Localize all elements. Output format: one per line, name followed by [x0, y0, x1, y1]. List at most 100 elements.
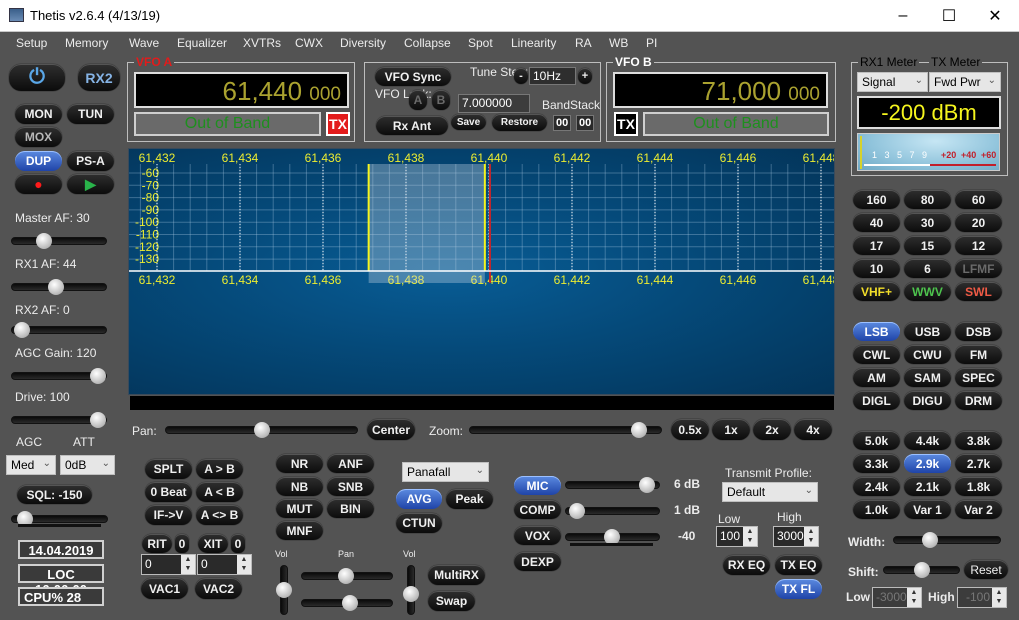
zoom-0-5x-button[interactable]: 0.5x	[671, 419, 709, 440]
tune-step-value[interactable]: 10Hz	[529, 67, 576, 85]
rx2-button[interactable]: RX2	[78, 64, 120, 91]
menu-linearity[interactable]: Linearity	[511, 36, 556, 50]
spinner-arrows-icon[interactable]: ▲ ▼	[181, 555, 195, 574]
xit-button[interactable]: XIT	[198, 534, 228, 553]
master-af-thumb[interactable]	[36, 233, 52, 249]
close-button[interactable]: ✕	[972, 0, 1018, 32]
filter-button-1-8k[interactable]: 1.8k	[955, 477, 1002, 496]
mut-button[interactable]: MUT	[276, 499, 323, 518]
vfo-sync-button[interactable]: VFO Sync	[375, 67, 451, 86]
rx1-pan-slider[interactable]	[301, 568, 393, 584]
band-button-12[interactable]: 12	[955, 236, 1002, 255]
band-button-160[interactable]: 160	[853, 190, 900, 209]
band-button-20[interactable]: 20	[955, 213, 1002, 232]
band-button-lfmf[interactable]: LFMF	[955, 259, 1002, 278]
frequency-entry[interactable]: 7.000000	[458, 94, 530, 113]
filter-width-slider[interactable]	[893, 532, 1001, 548]
mic-gain-thumb[interactable]	[639, 477, 655, 493]
comp-thumb[interactable]	[569, 503, 585, 519]
filter-button-5-0k[interactable]: 5.0k	[853, 431, 900, 450]
rx-eq-button[interactable]: RX EQ	[723, 555, 770, 575]
vfo-a-frequency[interactable]: 61,440 000	[134, 72, 349, 108]
menu-equalizer[interactable]: Equalizer	[177, 36, 227, 50]
zoom-2x-button[interactable]: 2x	[753, 419, 791, 440]
menu-diversity[interactable]: Diversity	[340, 36, 386, 50]
menu-pi[interactable]: PI	[646, 36, 657, 50]
mox-button[interactable]: MOX	[15, 127, 62, 147]
master-af-slider[interactable]	[11, 233, 107, 249]
display-mode-select[interactable]: Panafall ⌄	[402, 462, 489, 482]
menu-cwx[interactable]: CWX	[295, 36, 323, 50]
menu-spot[interactable]: Spot	[468, 36, 493, 50]
squelch-slider[interactable]	[11, 511, 108, 527]
rx2-vol-thumb[interactable]	[403, 586, 419, 602]
agc-select[interactable]: Med ⌄	[6, 455, 56, 475]
filter-button-3-3k[interactable]: 3.3k	[853, 454, 900, 473]
if-to-v-button[interactable]: IF->V	[145, 505, 192, 525]
peak-button[interactable]: Peak	[446, 489, 493, 509]
power-button[interactable]: ⏻	[9, 64, 65, 91]
drive-thumb[interactable]	[90, 412, 106, 428]
band-button-wwv[interactable]: WWV	[904, 282, 951, 301]
drive-slider[interactable]	[11, 412, 107, 428]
nb-button[interactable]: NB	[276, 477, 323, 496]
menu-wb[interactable]: WB	[609, 36, 628, 50]
rx2-pan-slider[interactable]	[301, 595, 393, 611]
band-button-60[interactable]: 60	[955, 190, 1002, 209]
menu-collapse[interactable]: Collapse	[404, 36, 451, 50]
vfo-lock-b-button[interactable]: B	[432, 90, 450, 110]
spinner-arrows-icon[interactable]: ▲ ▼	[992, 588, 1006, 607]
rx2-af-slider[interactable]	[11, 322, 107, 338]
spinner-arrows-icon[interactable]: ▲ ▼	[804, 527, 818, 546]
vox-button[interactable]: VOX	[514, 526, 561, 545]
mode-button-fm[interactable]: FM	[955, 345, 1002, 364]
zoom-slider[interactable]	[469, 422, 662, 438]
pan-slider[interactable]	[165, 422, 358, 438]
transmit-profile-select[interactable]: Default ⌄	[722, 482, 818, 502]
band-button-17[interactable]: 17	[853, 236, 900, 255]
mnf-button[interactable]: MNF	[276, 521, 323, 540]
vac2-button[interactable]: VAC2	[195, 578, 242, 599]
minimize-button[interactable]: –	[880, 0, 926, 32]
band-button-30[interactable]: 30	[904, 213, 951, 232]
snb-button[interactable]: SNB	[327, 477, 374, 496]
mode-button-digl[interactable]: DIGL	[853, 391, 900, 410]
mode-button-am[interactable]: AM	[853, 368, 900, 387]
vfo-lock-a-button[interactable]: A	[409, 90, 427, 110]
filter-button-4-4k[interactable]: 4.4k	[904, 431, 951, 450]
filter-button-2-4k[interactable]: 2.4k	[853, 477, 900, 496]
rx2-af-thumb[interactable]	[14, 322, 30, 338]
mon-button[interactable]: MON	[15, 104, 62, 124]
split-button[interactable]: SPLT	[145, 459, 192, 479]
tune-step-plus[interactable]: +	[578, 68, 592, 84]
filter-button-1-0k[interactable]: 1.0k	[853, 500, 900, 519]
mode-button-sam[interactable]: SAM	[904, 368, 951, 387]
tx-high-entry[interactable]: 3000 ▲ ▼	[773, 526, 819, 547]
filter-button-var-2[interactable]: Var 2	[955, 500, 1002, 519]
record-button[interactable]: ●	[15, 174, 62, 194]
menu-xvtrs[interactable]: XVTRs	[243, 36, 281, 50]
band-button-6[interactable]: 6	[904, 259, 951, 278]
mic-gain-slider[interactable]	[565, 477, 660, 493]
spinner-arrows-icon[interactable]: ▲ ▼	[237, 555, 251, 574]
filter-button-2-9k[interactable]: 2.9k	[904, 454, 951, 473]
zoom-1x-button[interactable]: 1x	[712, 419, 750, 440]
mode-button-dsb[interactable]: DSB	[955, 322, 1002, 341]
restore-button[interactable]: Restore	[492, 114, 547, 131]
filter-button-2-1k[interactable]: 2.1k	[904, 477, 951, 496]
filter-low-entry[interactable]: -3000 ▲ ▼	[872, 587, 922, 608]
sql-button[interactable]: SQL: -150	[17, 485, 92, 504]
b-to-a-button[interactable]: A < B	[196, 482, 243, 502]
agc-gain-thumb[interactable]	[90, 368, 106, 384]
filter-shift-thumb[interactable]	[914, 562, 930, 578]
bin-button[interactable]: BIN	[327, 499, 374, 518]
mode-button-digu[interactable]: DIGU	[904, 391, 951, 410]
vfo-a-tx-button[interactable]: TX	[326, 112, 350, 136]
band-button-40[interactable]: 40	[853, 213, 900, 232]
menu-memory[interactable]: Memory	[65, 36, 108, 50]
comp-button[interactable]: COMP	[514, 500, 561, 519]
tx-low-entry[interactable]: 100 ▲ ▼	[716, 526, 758, 547]
spinner-arrows-icon[interactable]: ▲ ▼	[907, 588, 921, 607]
filter-button-var-1[interactable]: Var 1	[904, 500, 951, 519]
spinner-arrows-icon[interactable]: ▲ ▼	[743, 527, 757, 546]
